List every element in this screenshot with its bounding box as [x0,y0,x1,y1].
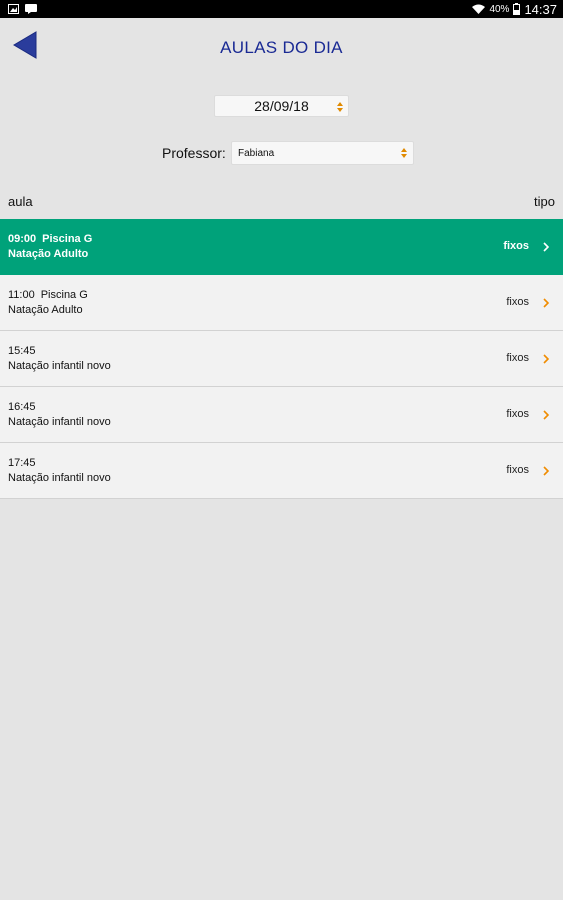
class-location: Piscina G [40,289,88,301]
select-caret-icon [337,100,343,112]
class-name: Natação Adulto [8,304,83,316]
column-header-aula: aula [8,194,33,209]
battery-icon [513,3,521,15]
class-row[interactable]: 11:00 Piscina G Natação Adulto fixos [0,275,563,331]
date-select[interactable]: 28/09/18 [214,95,349,117]
class-type: fixos [503,240,529,252]
class-name: Natação Adulto [8,248,89,260]
chevron-right-icon [542,352,550,364]
battery-percent: 40% [489,3,510,15]
message-icon [25,4,37,14]
header: AULAS DO DIA [0,18,563,74]
class-name: Natação infantil novo [8,416,111,428]
class-time-location: 15:45 [8,345,42,357]
class-time: 16:45 [8,401,36,413]
chevron-right-icon [542,408,550,420]
class-list: 09:00 Piscina G Natação Adulto fixos 11:0… [0,219,563,499]
professor-label: Professor: [162,145,226,161]
professor-value: Fabiana [238,147,275,159]
chevron-right-icon [542,240,550,252]
column-header-tipo: tipo [534,194,555,209]
class-time: 17:45 [8,457,36,469]
status-left [8,4,37,14]
class-type: fixos [506,464,529,476]
class-name: Natação infantil novo [8,472,111,484]
class-time: 09:00 [8,233,37,245]
status-right: 40% 14:37 [472,2,557,17]
class-name: Natação infantil novo [8,360,111,372]
chevron-right-icon [542,296,550,308]
professor-select[interactable]: Fabiana [231,141,414,165]
class-time-location: 09:00 Piscina G [8,233,92,245]
class-row[interactable]: 17:45 Natação infantil novo fixos [0,443,563,499]
class-time: 11:00 [8,289,35,301]
class-row[interactable]: 15:45 Natação infantil novo fixos [0,331,563,387]
class-type: fixos [506,296,529,308]
class-type: fixos [506,408,529,420]
clock: 14:37 [524,1,557,17]
class-time-location: 16:45 [8,401,42,413]
page-title: AULAS DO DIA [220,38,343,57]
image-icon [8,4,19,14]
class-time-location: 11:00 Piscina G [8,289,88,301]
class-location: Piscina G [42,233,93,245]
class-row[interactable]: 09:00 Piscina G Natação Adulto fixos [0,219,563,275]
class-row[interactable]: 16:45 Natação infantil novo fixos [0,387,563,443]
class-time: 15:45 [8,345,36,357]
class-time-location: 17:45 [8,457,42,469]
class-type: fixos [506,352,529,364]
wifi-icon [472,4,486,14]
status-bar: 40% 14:37 [0,0,563,18]
chevron-right-icon [542,464,550,476]
select-caret-icon [401,147,407,159]
date-value: 28/09/18 [254,98,309,114]
